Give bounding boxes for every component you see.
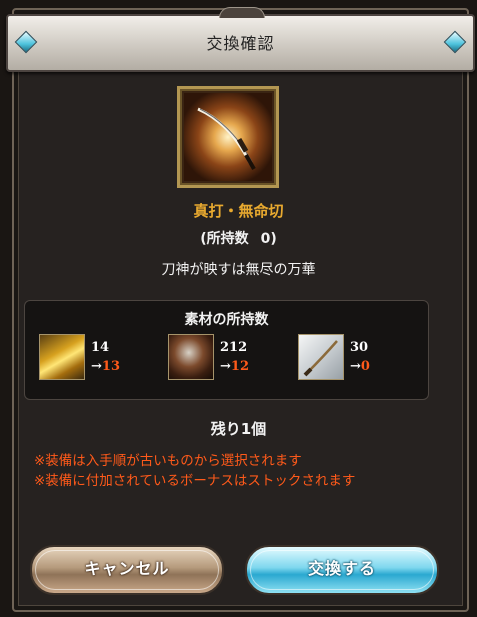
- owned-number: 0): [260, 231, 277, 247]
- material-current: 14: [91, 340, 110, 355]
- cancel-button[interactable]: キャンセル: [30, 545, 224, 595]
- exchange-label: 交換する: [307, 559, 376, 578]
- material-after: 13: [101, 359, 120, 374]
- owned-label: (所持数: [200, 231, 249, 247]
- title-ornament: [218, 7, 265, 18]
- material-current: 212: [220, 340, 248, 355]
- item-name: 真打・無命切: [193, 202, 284, 220]
- materials-title: 素材の所持数: [184, 312, 269, 328]
- material-after-line: →0: [350, 359, 370, 374]
- cancel-label: キャンセル: [84, 559, 170, 578]
- blade-icon: [298, 334, 344, 380]
- item-image-frame: [177, 86, 279, 188]
- material-counts: 30 →0: [350, 338, 370, 376]
- material-current: 30: [350, 340, 369, 355]
- dialog-title: 交換確認: [206, 34, 275, 53]
- remaining-count: 残り1個: [210, 420, 267, 438]
- material-counts: 14 →13: [91, 338, 120, 376]
- flavor-text: 刀神が映すは無尽の万華: [161, 262, 316, 278]
- dark-orb-icon: [168, 334, 214, 380]
- materials-panel: 素材の所持数 14 →13 212 →12 30 →0: [24, 300, 429, 400]
- material-after: 0: [360, 359, 370, 374]
- material-after-line: →13: [91, 359, 120, 374]
- material-after-line: →12: [220, 359, 249, 374]
- gold-ingot-icon: [39, 334, 85, 380]
- material-counts: 212 →12: [220, 338, 249, 376]
- owned-count: (所持数 0): [0, 228, 477, 248]
- sword-icon: [184, 93, 272, 181]
- exchange-button[interactable]: 交換する: [245, 545, 439, 595]
- dialog-title-bar: 交換確認: [6, 7, 475, 72]
- note-bonus-stock: ※装備に付加されているボーナスはストックされます: [34, 473, 356, 489]
- note-selection-order: ※装備は入手順が古いものから選択されます: [34, 453, 302, 469]
- material-after: 12: [230, 359, 249, 374]
